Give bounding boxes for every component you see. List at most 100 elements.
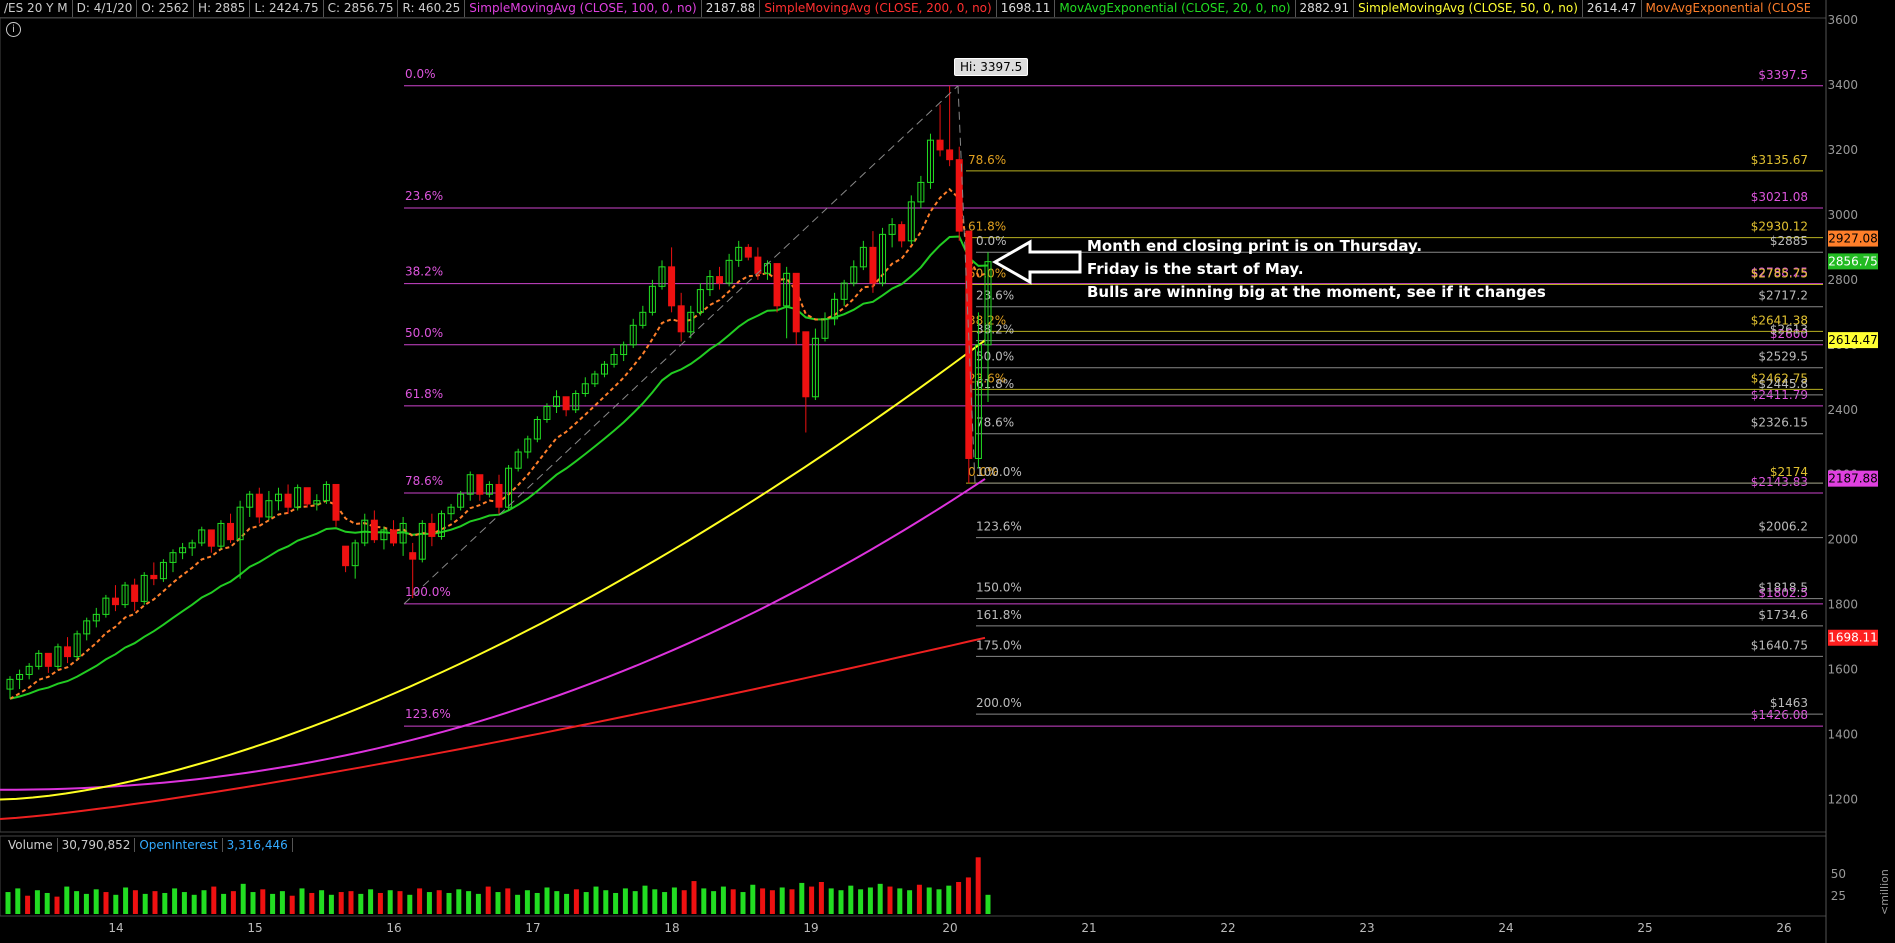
volume-bar xyxy=(328,894,334,914)
fib-level-percent: 123.6% xyxy=(405,707,451,721)
candle-body xyxy=(303,487,311,505)
volume-bar xyxy=(603,890,609,914)
volume-bar xyxy=(132,890,138,914)
ema20-line xyxy=(9,235,989,700)
volume-bar xyxy=(642,885,648,914)
candle-body xyxy=(370,519,378,541)
candle-body xyxy=(476,474,484,495)
fib-orange-price: $2930.12 xyxy=(1751,220,1808,234)
volume-bar xyxy=(701,888,707,914)
volume-bar xyxy=(515,894,521,914)
volume-bar xyxy=(564,893,570,914)
volume-tick: 50 xyxy=(1831,867,1846,881)
volume-bar xyxy=(789,889,795,914)
volume-bar xyxy=(113,894,119,914)
volume-bar xyxy=(809,886,815,914)
x-tick-label: 23 xyxy=(1359,921,1374,935)
fib-ext-percent: 200.0% xyxy=(976,696,1022,710)
candle-body xyxy=(111,597,119,606)
fib-ext-price: $2445.8 xyxy=(1758,377,1808,391)
volume-bar xyxy=(916,884,922,914)
volume-bar xyxy=(956,882,962,914)
candle-body xyxy=(898,224,906,242)
volume-bar xyxy=(711,891,717,914)
fib-orange-percent: 61.8% xyxy=(968,220,1006,234)
x-tick-label: 16 xyxy=(386,921,401,935)
candle-body xyxy=(409,552,417,560)
fib-level-percent: 78.6% xyxy=(405,474,443,488)
volume-bar xyxy=(377,892,383,914)
volume-bar xyxy=(446,892,452,914)
volume-bar xyxy=(554,891,560,914)
volume-bar xyxy=(858,889,864,914)
x-tick-label: 22 xyxy=(1220,921,1235,935)
fib-level-percent: 100.0% xyxy=(405,585,451,599)
volume-bar xyxy=(681,890,687,914)
volume-bar xyxy=(64,886,70,914)
volume-bar xyxy=(83,893,89,914)
annotation-line-3: Bulls are winning big at the moment, see… xyxy=(1087,283,1546,301)
volume-bar xyxy=(613,892,619,914)
volume-bar xyxy=(191,894,197,914)
volume-bar xyxy=(417,888,423,914)
volume-bar xyxy=(172,888,178,914)
volume-bar xyxy=(985,894,991,914)
volume-bar xyxy=(838,890,844,914)
volume-bar xyxy=(818,882,824,914)
y-tick-label: 3400 xyxy=(1827,78,1858,92)
candle-body xyxy=(773,263,781,307)
y-tick-label: 1200 xyxy=(1827,793,1858,807)
fib-ext-price: $2006.2 xyxy=(1758,520,1808,534)
y-tick-label: 2400 xyxy=(1827,403,1858,417)
volume-bar xyxy=(319,890,325,914)
price-badge: 2614.47 xyxy=(1828,333,1878,347)
y-tick-label: 3200 xyxy=(1827,143,1858,157)
candle-body xyxy=(869,246,877,284)
volume-tick: 25 xyxy=(1831,889,1846,903)
volume-bar xyxy=(152,891,158,914)
volume-bar xyxy=(54,896,60,914)
y-tick-label: 1600 xyxy=(1827,663,1858,677)
volume-bar xyxy=(740,892,746,914)
volume-bar xyxy=(299,888,305,914)
fib-ext-percent: 150.0% xyxy=(976,581,1022,595)
fib-ext-percent: 123.6% xyxy=(976,520,1022,534)
price-chart[interactable]: 1200140016001800200022002400260028003000… xyxy=(0,0,1895,943)
candle-body xyxy=(562,396,570,411)
candle-body xyxy=(131,584,139,602)
volume-bar xyxy=(662,892,668,914)
volume-bar xyxy=(211,886,217,914)
volume-bar xyxy=(760,888,766,914)
candle-body xyxy=(428,522,436,537)
x-tick-label: 26 xyxy=(1776,921,1791,935)
volume-label[interactable]: Volume xyxy=(4,838,58,852)
x-tick-label: 18 xyxy=(664,921,679,935)
price-badge: 1698.11 xyxy=(1828,631,1878,645)
open-interest-label[interactable]: OpenInterest xyxy=(135,838,223,852)
volume-bar xyxy=(485,886,491,914)
fib-level-percent: 23.6% xyxy=(405,189,443,203)
fib-orange-price: $3135.67 xyxy=(1751,153,1808,167)
fib-level-percent: 38.2% xyxy=(405,265,443,279)
volume-bar xyxy=(368,889,374,914)
volume-bar xyxy=(25,895,31,914)
candle-body xyxy=(792,272,800,333)
x-tick-label: 25 xyxy=(1637,921,1652,935)
fib-ext-percent: 0.0% xyxy=(976,234,1007,248)
chart-annotation: Month end closing print is on Thursday. … xyxy=(1087,235,1546,304)
x-tick-label: 19 xyxy=(803,921,818,935)
volume-bar xyxy=(495,892,501,914)
fib-ext-price: $2529.5 xyxy=(1758,350,1808,364)
candle-body xyxy=(936,139,944,151)
open-interest-value: 3,316,446 xyxy=(223,838,293,852)
volume-bar xyxy=(466,891,472,914)
x-tick-label: 15 xyxy=(247,921,262,935)
fib-ext-price: $1818.5 xyxy=(1758,581,1808,595)
volume-bar xyxy=(936,889,942,914)
volume-bar xyxy=(632,891,638,914)
volume-bar xyxy=(907,890,913,914)
volume-bar xyxy=(338,892,344,914)
volume-bar xyxy=(475,893,481,914)
volume-bar xyxy=(123,887,129,914)
price-panel-frame xyxy=(0,17,1827,833)
